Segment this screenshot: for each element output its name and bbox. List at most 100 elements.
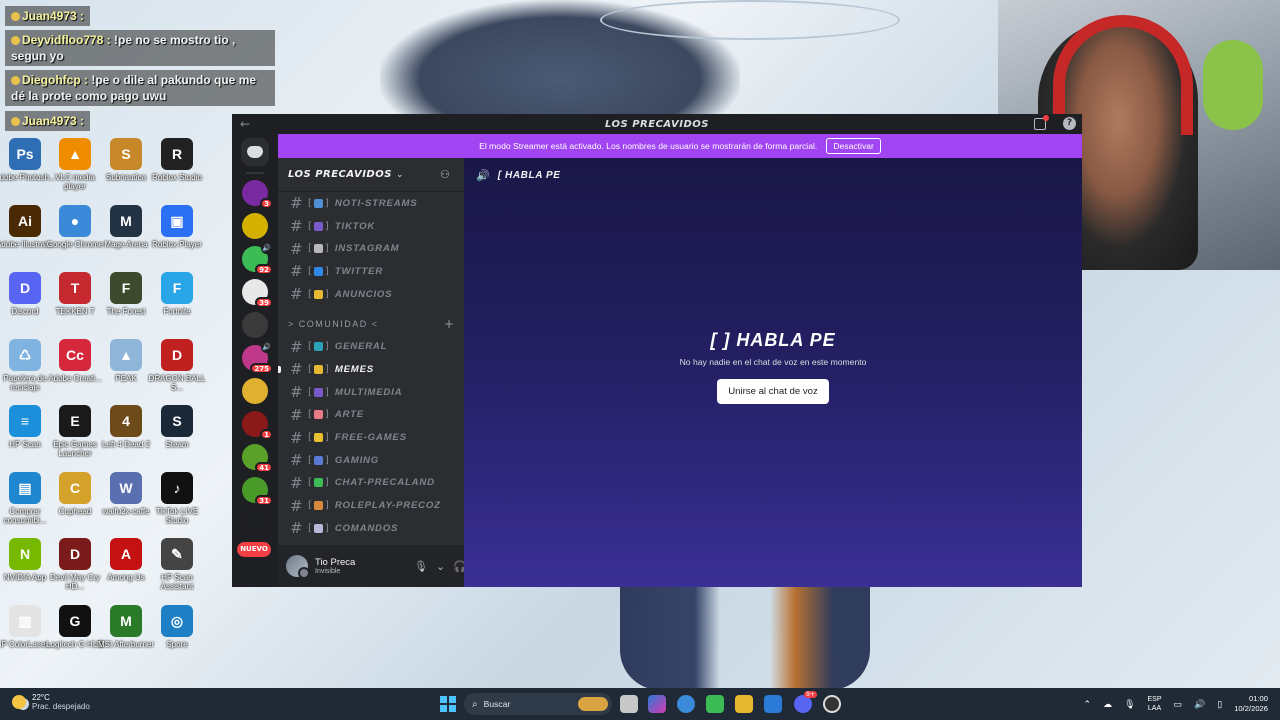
inbox-icon[interactable] bbox=[1034, 115, 1049, 130]
channel-emoji-icon bbox=[313, 364, 323, 374]
avatar[interactable] bbox=[286, 555, 310, 579]
mention-count-badge: 3 bbox=[260, 198, 273, 209]
channel-roleplay-precoz[interactable]: # [] ROLEPLAY-PRECOZ bbox=[278, 494, 464, 517]
date: 10/2/2026 bbox=[1234, 704, 1268, 713]
channel-free-games[interactable]: # [] FREE-GAMES bbox=[278, 426, 464, 449]
discord-titlebar: ← LOS PRECAVIDOS ? bbox=[232, 114, 1082, 134]
language-indicator[interactable]: ESP LAA bbox=[1148, 695, 1162, 713]
chat-username: Juan4973 bbox=[22, 9, 77, 23]
file-explorer-icon[interactable] bbox=[735, 695, 753, 713]
category-label: > COMUNIDAD < bbox=[288, 319, 379, 330]
server-icon[interactable]: 275 🔊 bbox=[242, 342, 273, 374]
channel-anuncios[interactable]: # [] ANUNCIOS bbox=[278, 283, 464, 306]
server-icon[interactable]: 92 🔊 bbox=[242, 243, 273, 275]
channel-memes[interactable]: # [] MEMES bbox=[278, 358, 464, 381]
channel-bracket: ] bbox=[324, 386, 329, 398]
deactivate-streamer-button[interactable]: Desactivar bbox=[826, 138, 881, 154]
desktop-icon[interactable]: ✎ HP Scan Assistant bbox=[146, 538, 208, 591]
server-icon[interactable]: 39 bbox=[242, 279, 273, 308]
user-info[interactable]: Tio Preca Invisible bbox=[315, 557, 355, 575]
desktop-icon[interactable]: ◎ Spore bbox=[146, 605, 208, 649]
channel-bracket: [ bbox=[308, 288, 312, 300]
category-comunidad[interactable]: > COMUNIDAD < + bbox=[278, 313, 464, 335]
guild-name: LOS PRECAVIDOS bbox=[288, 169, 392, 180]
channel-bracket: [ bbox=[308, 409, 312, 421]
channel-name: MEMES bbox=[334, 363, 374, 375]
discord-home-button[interactable] bbox=[241, 138, 269, 166]
server-icon[interactable]: 41 bbox=[242, 444, 273, 473]
server-icon[interactable] bbox=[242, 312, 268, 338]
battery-icon[interactable]: ▯ bbox=[1217, 699, 1222, 710]
chat-separator: : bbox=[103, 33, 115, 47]
text-channel-icon: # bbox=[290, 496, 303, 515]
guild-header[interactable]: LOS PRECAVIDOS ⌄ ⚇ bbox=[278, 158, 464, 192]
help-icon[interactable]: ? bbox=[1063, 117, 1076, 130]
server-icon[interactable]: 31 bbox=[242, 477, 273, 506]
channel-bracket: [ bbox=[308, 386, 312, 398]
channel-bracket: ] bbox=[324, 522, 329, 534]
desktop-icon[interactable]: ▣ Roblox Player bbox=[146, 205, 208, 249]
channel-chat-precaland[interactable]: # [] CHAT-PRECALAND bbox=[278, 472, 464, 495]
channel-twitter[interactable]: # [] TWITTER bbox=[278, 260, 464, 283]
mention-count-badge: 31 bbox=[255, 495, 273, 506]
voice-title-text: HABLA PE bbox=[736, 330, 836, 350]
desktop-icon[interactable]: D DRAGON BALL S... bbox=[146, 339, 208, 392]
channel-instagram[interactable]: # [] INSTAGRAM bbox=[278, 237, 464, 260]
join-voice-button[interactable]: Unirse al chat de voz bbox=[717, 379, 829, 404]
desktop-icon-label: Spore bbox=[166, 640, 188, 649]
mention-count-badge: 92 bbox=[255, 264, 273, 275]
server-icon[interactable]: 1 bbox=[242, 411, 273, 440]
mention-count-badge: 41 bbox=[255, 462, 273, 473]
channel-gaming[interactable]: # [] GAMING bbox=[278, 449, 464, 472]
desktop-icon[interactable]: S Steam bbox=[146, 405, 208, 449]
server-icon[interactable]: 3 bbox=[242, 180, 273, 209]
back-arrow-icon[interactable]: ← bbox=[240, 117, 250, 131]
app-icon: F bbox=[161, 272, 193, 304]
text-channel-icon: # bbox=[290, 239, 303, 258]
channel-general[interactable]: # [] GENERAL bbox=[278, 335, 464, 358]
channel-tiktok[interactable]: # [] TIKTOK bbox=[278, 215, 464, 238]
add-channel-icon[interactable]: + bbox=[444, 317, 454, 331]
onedrive-icon[interactable]: ☁ bbox=[1103, 699, 1112, 710]
server-icon[interactable] bbox=[242, 510, 268, 536]
windows-start-icon[interactable] bbox=[440, 696, 456, 712]
channel-name: ROLEPLAY-PRECOZ bbox=[334, 500, 441, 512]
channel-bracket: ] bbox=[324, 454, 329, 466]
volume-icon[interactable]: 🔊 bbox=[1194, 699, 1205, 710]
microphone-icon[interactable]: 🎙 bbox=[414, 560, 428, 573]
voice-channel-title: HABLA PE bbox=[505, 169, 561, 181]
outlook-icon[interactable] bbox=[764, 695, 782, 713]
weather-widget[interactable]: 22°C Prac. despejado bbox=[12, 693, 90, 711]
microphone-tray-icon[interactable]: 🎙 bbox=[1124, 699, 1135, 710]
chevron-up-icon[interactable]: ⌃ bbox=[1084, 699, 1092, 710]
channel-comandos[interactable]: # [] COMANDOS bbox=[278, 517, 464, 540]
channel-name: CHAT-PRECALAND bbox=[334, 477, 435, 489]
network-icon[interactable]: ▭ bbox=[1174, 699, 1183, 710]
channel-multimedia[interactable]: # [] MULTIMEDIA bbox=[278, 381, 464, 404]
obs-icon[interactable] bbox=[823, 695, 841, 713]
app-icon: ♺ bbox=[9, 339, 41, 371]
desktop-icon[interactable]: R Roblox Studio bbox=[146, 138, 208, 182]
channel-emoji-icon bbox=[313, 433, 323, 443]
server-icon[interactable] bbox=[242, 213, 268, 239]
channel-arte[interactable]: # [] ARTE bbox=[278, 404, 464, 427]
task-view-icon[interactable] bbox=[620, 695, 638, 713]
copilot-icon[interactable] bbox=[648, 695, 666, 713]
channel-noti-streams[interactable]: # [] NOTI-STREAMS bbox=[278, 192, 464, 215]
chrome-icon[interactable] bbox=[677, 695, 695, 713]
minecraft-icon[interactable] bbox=[706, 695, 724, 713]
user-status: Invisible bbox=[315, 568, 341, 575]
desktop-icon[interactable]: F Fortnite bbox=[146, 272, 208, 316]
chevron-down-icon[interactable]: ⌄ bbox=[436, 560, 445, 573]
channel-emoji-icon bbox=[313, 523, 323, 533]
text-channel-icon: # bbox=[290, 360, 303, 379]
new-badge[interactable]: NUEVO bbox=[237, 542, 271, 557]
taskbar-search[interactable]: ⌕ Buscar bbox=[464, 693, 612, 715]
system-tray: ⌃ ☁ 🎙 ESP LAA ▭ 🔊 ▯ 01:00 10/2/2026 bbox=[1084, 688, 1280, 720]
clock[interactable]: 01:00 10/2/2026 bbox=[1234, 694, 1268, 714]
server-icon[interactable] bbox=[242, 378, 268, 404]
invite-people-icon[interactable]: ⚇ bbox=[440, 168, 454, 182]
desktop-icon[interactable]: ♪ TikTok LIVE Studio bbox=[146, 472, 208, 525]
channel-emoji-icon bbox=[313, 221, 323, 231]
discord-taskbar-icon[interactable]: 9+ bbox=[794, 691, 817, 713]
